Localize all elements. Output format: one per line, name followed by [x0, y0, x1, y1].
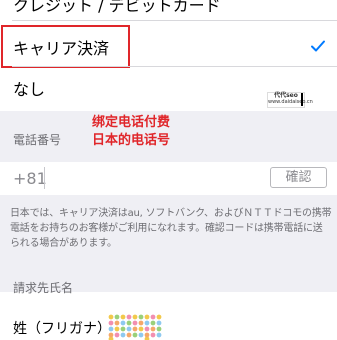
carrier-billing-notice: 日本では、キャリア決済はau, ソフトバンク、およびＮＴＴドコモの携帯電話をお持…	[10, 208, 332, 249]
annotation-text: 绑定电话付费 日本的电话号	[92, 114, 170, 150]
option-none-label: なし	[13, 80, 46, 99]
billing-name-header: 請求先氏名	[13, 281, 74, 295]
verify-button[interactable]: 確認	[270, 167, 327, 188]
payment-settings-screen: クレジット / デビットカード キャリア決済 なし 代代seo www.daid…	[0, 0, 337, 340]
divider	[12, 20, 337, 21]
surname-label: 姓（フリガナ）	[13, 321, 111, 337]
watermark-bar	[301, 93, 303, 106]
country-code: +81	[13, 169, 47, 188]
annotation-line-1: 绑定电话付费	[92, 115, 171, 130]
redaction-dots-icon	[108, 314, 162, 340]
highlight-box	[1, 25, 130, 68]
watermark-logo: 代代seo www.daidaiseo.cn	[267, 92, 313, 108]
phone-section-header: 電話番号	[13, 133, 62, 147]
divider	[12, 66, 337, 67]
watermark-url: www.daidaiseo.cn	[268, 99, 313, 105]
phone-number-input[interactable]	[44, 167, 45, 189]
checkmark-icon	[311, 40, 325, 52]
annotation-line-2: 日本的电话号	[92, 133, 171, 148]
option-credit-card-label: クレジット / デビットカード	[13, 0, 221, 15]
option-credit-card[interactable]: クレジット / デビットカード	[0, 0, 337, 20]
